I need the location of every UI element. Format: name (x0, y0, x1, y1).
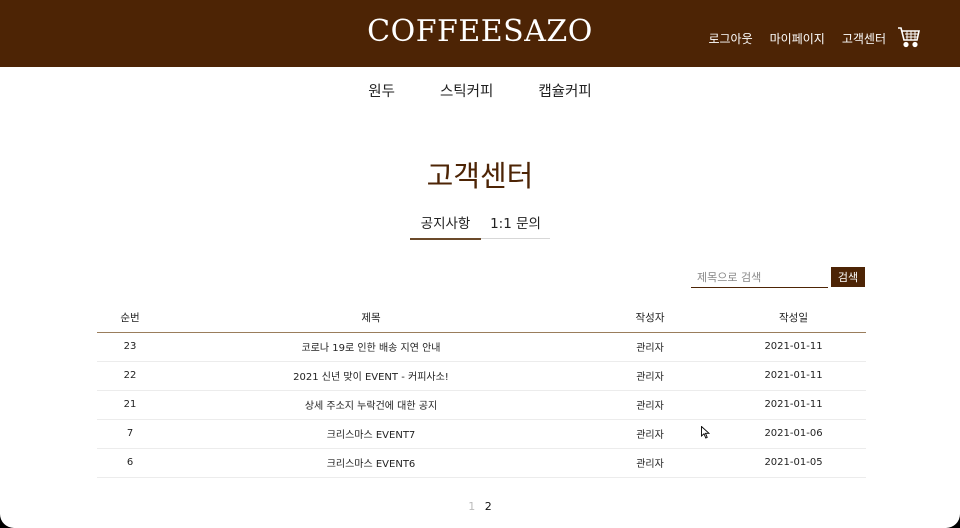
category-capsule-coffee[interactable]: 캡슐커피 (538, 80, 591, 101)
row-author: 관리자 (579, 361, 721, 391)
category-beans[interactable]: 원두 (368, 80, 395, 101)
row-title-link[interactable]: 2021 신년 맞이 EVENT - 커피사소! (163, 361, 579, 391)
page-link-2[interactable]: 2 (485, 500, 492, 513)
table-header-row: 순번 제목 작성자 작성일 (97, 304, 866, 333)
row-title-link[interactable]: 상세 주소지 누락건에 대한 공지 (163, 390, 579, 420)
row-title-link[interactable]: 크리스마스 EVENT7 (163, 419, 579, 449)
tab-notices[interactable]: 공지사항 (410, 213, 481, 240)
search-button[interactable]: 검색 (831, 267, 865, 287)
table-row[interactable]: 22 2021 신년 맞이 EVENT - 커피사소! 관리자 2021-01-… (97, 361, 866, 391)
row-author: 관리자 (579, 332, 721, 362)
row-author: 관리자 (579, 419, 721, 449)
customer-center-link[interactable]: 고객센터 (842, 30, 886, 47)
header-number: 순번 (97, 304, 163, 333)
row-date: 2021-01-06 (721, 419, 866, 449)
board-tabs: 공지사항 1:1 문의 (410, 213, 550, 240)
row-date: 2021-01-05 (721, 448, 866, 478)
row-author: 관리자 (579, 448, 721, 478)
row-number: 7 (97, 419, 163, 449)
header-title: 제목 (163, 304, 579, 333)
category-stick-coffee[interactable]: 스틱커피 (440, 80, 493, 101)
page-link-1[interactable]: 1 (468, 500, 475, 513)
row-number: 6 (97, 448, 163, 478)
row-date: 2021-01-11 (721, 332, 866, 362)
table-row[interactable]: 7 크리스마스 EVENT7 관리자 2021-01-06 (97, 419, 866, 449)
search-input[interactable] (691, 267, 828, 288)
table-row[interactable]: 21 상세 주소지 누락건에 대한 공지 관리자 2021-01-11 (97, 390, 866, 420)
table-row[interactable]: 23 코로나 19로 인한 배송 지연 안내 관리자 2021-01-11 (97, 332, 866, 362)
search-bar: 검색 (691, 267, 865, 288)
page: COFFEESAZO 로그아웃 마이페이지 고객센터 원두 스틱커피 캡슐커피 … (0, 0, 960, 528)
row-number: 22 (97, 361, 163, 391)
category-nav: 원두 스틱커피 캡슐커피 (0, 80, 960, 101)
row-number: 21 (97, 390, 163, 420)
cart-icon[interactable] (897, 25, 921, 49)
row-number: 23 (97, 332, 163, 362)
logout-link[interactable]: 로그아웃 (708, 30, 752, 47)
row-title-link[interactable]: 크리스마스 EVENT6 (163, 448, 579, 478)
mypage-link[interactable]: 마이페이지 (770, 30, 825, 47)
pagination: 1 2 (0, 500, 960, 513)
top-header: COFFEESAZO 로그아웃 마이페이지 고객센터 (0, 0, 960, 67)
row-date: 2021-01-11 (721, 361, 866, 391)
row-title-link[interactable]: 코로나 19로 인한 배송 지연 안내 (163, 332, 579, 362)
tab-inquiry[interactable]: 1:1 문의 (481, 213, 550, 239)
header-date: 작성일 (721, 304, 866, 333)
header-author: 작성자 (579, 304, 721, 333)
page-title: 고객센터 (426, 159, 534, 193)
row-date: 2021-01-11 (721, 390, 866, 420)
row-author: 관리자 (579, 390, 721, 420)
notice-table: 순번 제목 작성자 작성일 23 코로나 19로 인한 배송 지연 안내 관리자… (97, 304, 866, 478)
table-row[interactable]: 6 크리스마스 EVENT6 관리자 2021-01-05 (97, 448, 866, 478)
utility-nav: 로그아웃 마이페이지 고객센터 (708, 30, 886, 47)
mouse-pointer-icon (701, 426, 710, 439)
